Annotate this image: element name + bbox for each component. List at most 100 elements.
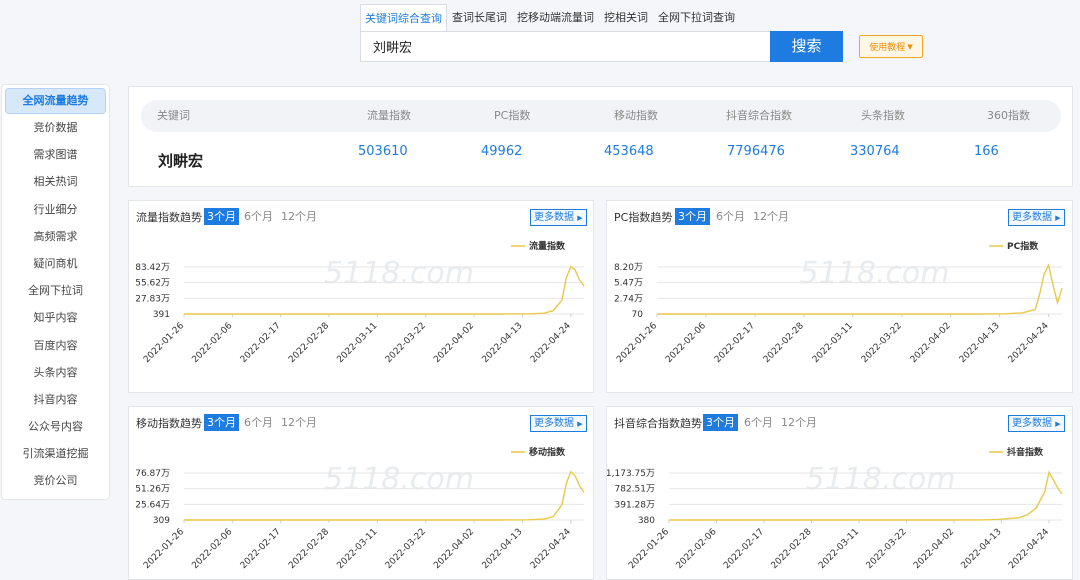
sidebar-item-questions[interactable]: 疑问商机 bbox=[2, 250, 109, 277]
more-data-button[interactable]: 更多数据 ▶ bbox=[530, 415, 587, 432]
x-tick-label: 2022-04-02 bbox=[432, 527, 476, 571]
search-box bbox=[360, 31, 770, 62]
header-douyin-index: 抖音综合指数 bbox=[726, 109, 792, 122]
sidebar-item-bidding-data[interactable]: 竞价数据 bbox=[2, 114, 109, 141]
y-tick-label: 5.47万 bbox=[614, 279, 643, 289]
period-6m[interactable]: 6个月 bbox=[716, 208, 745, 225]
x-tick-label: 2022-03-22 bbox=[860, 321, 904, 365]
sidebar-item-zhihu[interactable]: 知乎内容 bbox=[2, 304, 109, 331]
period-3m[interactable]: 3个月 bbox=[703, 414, 738, 431]
x-tick-label: 2022-02-17 bbox=[239, 321, 283, 365]
douyin-trend-panel: 抖音综合指数趋势 3个月 6个月 12个月 更多数据 ▶ 5118.com 抖音指… bbox=[606, 406, 1073, 580]
mobile-trend-chart: 5118.com 移动指数 309 25.64万 51.26万 76.87万 2022-01… bbox=[135, 446, 585, 571]
douyin-index-value[interactable]: 7796476 bbox=[727, 144, 785, 159]
mobile-index-value[interactable]: 453648 bbox=[604, 144, 654, 159]
sidebar-item-toutiao[interactable]: 头条内容 bbox=[2, 359, 109, 386]
traffic-index-value[interactable]: 503610 bbox=[358, 144, 408, 159]
sidebar-item-douyin[interactable]: 抖音内容 bbox=[2, 386, 109, 413]
period-3m[interactable]: 3个月 bbox=[204, 414, 239, 431]
360-index-value[interactable]: 166 bbox=[974, 144, 999, 159]
sidebar-item-bidding-companies[interactable]: 竞价公司 bbox=[2, 467, 109, 494]
caret-down-icon: ▼ bbox=[907, 42, 913, 51]
sidebar-item-wechat[interactable]: 公众号内容 bbox=[2, 413, 109, 440]
sidebar-item-traffic-trend[interactable]: 全网流量趋势 bbox=[5, 88, 106, 114]
more-data-button[interactable]: 更多数据 ▶ bbox=[1008, 415, 1065, 432]
x-tick-label: 2022-03-11 bbox=[335, 527, 379, 571]
more-data-button[interactable]: 更多数据 ▶ bbox=[1008, 209, 1065, 226]
x-tick-label: 2022-02-06 bbox=[675, 527, 719, 571]
keyword-value: 刘畊宏 bbox=[158, 152, 204, 170]
x-tick-label: 2022-03-22 bbox=[384, 527, 428, 571]
x-tick-label: 2022-03-11 bbox=[811, 321, 855, 365]
sidebar-item-industry[interactable]: 行业细分 bbox=[2, 196, 109, 223]
period-3m[interactable]: 3个月 bbox=[204, 208, 239, 225]
search-tabs: 关键词综合查询 查词长尾词 挖移动端流量词 挖相关词 全网下拉词查询 bbox=[360, 4, 843, 31]
search-input[interactable] bbox=[361, 32, 770, 61]
more-data-label: 更多数据 bbox=[534, 418, 574, 429]
header-traffic-index: 流量指数 bbox=[367, 109, 411, 122]
sidebar-item-high-freq[interactable]: 高频需求 bbox=[2, 223, 109, 250]
sidebar-item-baidu[interactable]: 百度内容 bbox=[2, 332, 109, 359]
period-6m[interactable]: 6个月 bbox=[744, 414, 773, 431]
period-12m[interactable]: 12个月 bbox=[781, 414, 817, 431]
traffic-trend-panel: 流量指数趋势 3个月 6个月 12个月 更多数据 ▶ 5118.com 流量指数 3… bbox=[128, 200, 594, 393]
period-12m[interactable]: 12个月 bbox=[281, 414, 317, 431]
pc-index-value[interactable]: 49962 bbox=[481, 144, 522, 159]
sidebar-item-demand-graph[interactable]: 需求图谱 bbox=[2, 141, 109, 168]
x-tick-label: 2022-02-06 bbox=[190, 527, 234, 571]
y-tick-label: 76.87万 bbox=[135, 469, 170, 479]
x-tick-label: 2022-04-13 bbox=[481, 321, 525, 365]
y-tick-label: 1,173.75万 bbox=[607, 469, 655, 479]
search-button[interactable]: 搜索 bbox=[770, 31, 843, 62]
tutorial-button[interactable]: 使用教程 ▼ bbox=[859, 35, 923, 58]
x-tick-label: 2022-04-24 bbox=[529, 321, 573, 365]
header-toutiao-index: 头条指数 bbox=[861, 109, 905, 122]
y-tick-label: 782.51万 bbox=[615, 485, 656, 495]
x-tick-label: 2022-04-02 bbox=[909, 321, 953, 365]
x-tick-label: 2022-04-24 bbox=[1007, 321, 1051, 365]
x-tick-label: 2022-01-26 bbox=[142, 527, 186, 571]
panel-title: 移动指数趋势 bbox=[136, 417, 202, 430]
sidebar-item-channels[interactable]: 引流渠道挖掘 bbox=[2, 440, 109, 467]
sidebar: 全网流量趋势 竞价数据 需求图谱 相关热词 行业细分 高频需求 疑问商机 全网下… bbox=[1, 84, 110, 500]
legend-label: 移动指数 bbox=[529, 446, 566, 458]
toutiao-index-value[interactable]: 330764 bbox=[850, 144, 900, 159]
tab-mobile-traffic[interactable]: 挖移动端流量词 bbox=[512, 4, 599, 31]
tab-related-words[interactable]: 挖相关词 bbox=[599, 4, 653, 31]
period-12m[interactable]: 12个月 bbox=[281, 208, 317, 225]
pc-trend-panel: PC指数趋势 3个月 6个月 12个月 更多数据 ▶ 5118.com PC指数 7… bbox=[606, 200, 1073, 393]
x-tick-label: 2022-02-06 bbox=[190, 321, 234, 365]
period-3m[interactable]: 3个月 bbox=[675, 208, 710, 225]
legend-label: 抖音指数 bbox=[1007, 446, 1044, 458]
more-data-button[interactable]: 更多数据 ▶ bbox=[530, 209, 587, 226]
legend-label: PC指数 bbox=[1007, 240, 1039, 252]
caret-right-icon: ▶ bbox=[577, 420, 583, 428]
period-12m[interactable]: 12个月 bbox=[753, 208, 789, 225]
y-tick-label: 51.26万 bbox=[135, 485, 170, 495]
x-tick-label: 2022-02-17 bbox=[239, 527, 283, 571]
x-tick-label: 2022-04-13 bbox=[481, 527, 525, 571]
y-tick-label: 27.83万 bbox=[135, 294, 170, 304]
sidebar-item-dropdown-words[interactable]: 全网下拉词 bbox=[2, 277, 109, 304]
period-6m[interactable]: 6个月 bbox=[244, 208, 273, 225]
tab-keyword-query[interactable]: 关键词综合查询 bbox=[360, 4, 447, 31]
tab-long-tail[interactable]: 查词长尾词 bbox=[447, 4, 512, 31]
traffic-trend-chart: 5118.com 流量指数 391 27.83万 55.62万 83.42万 2022-01… bbox=[135, 240, 585, 365]
header-pc-index: PC指数 bbox=[494, 109, 531, 122]
tutorial-label: 使用教程 bbox=[869, 43, 906, 53]
more-data-label: 更多数据 bbox=[1012, 418, 1052, 429]
tab-dropdown-words[interactable]: 全网下拉词查询 bbox=[653, 4, 740, 31]
x-tick-label: 2022-03-11 bbox=[335, 321, 379, 365]
x-tick-label: 2022-04-02 bbox=[912, 527, 956, 571]
y-tick-label: 391 bbox=[153, 310, 170, 320]
panel-title: 流量指数趋势 bbox=[136, 211, 202, 224]
period-6m[interactable]: 6个月 bbox=[244, 414, 273, 431]
x-tick-label: 2022-04-13 bbox=[960, 527, 1004, 571]
x-tick-label: 2022-04-13 bbox=[958, 321, 1002, 365]
x-tick-label: 2022-02-28 bbox=[762, 321, 806, 365]
sidebar-item-related-hot-words[interactable]: 相关热词 bbox=[2, 168, 109, 195]
y-tick-label: 55.62万 bbox=[135, 279, 170, 289]
x-tick-label: 2022-02-28 bbox=[770, 527, 814, 571]
y-tick-label: 380 bbox=[638, 516, 655, 526]
x-tick-label: 2022-03-11 bbox=[817, 527, 861, 571]
